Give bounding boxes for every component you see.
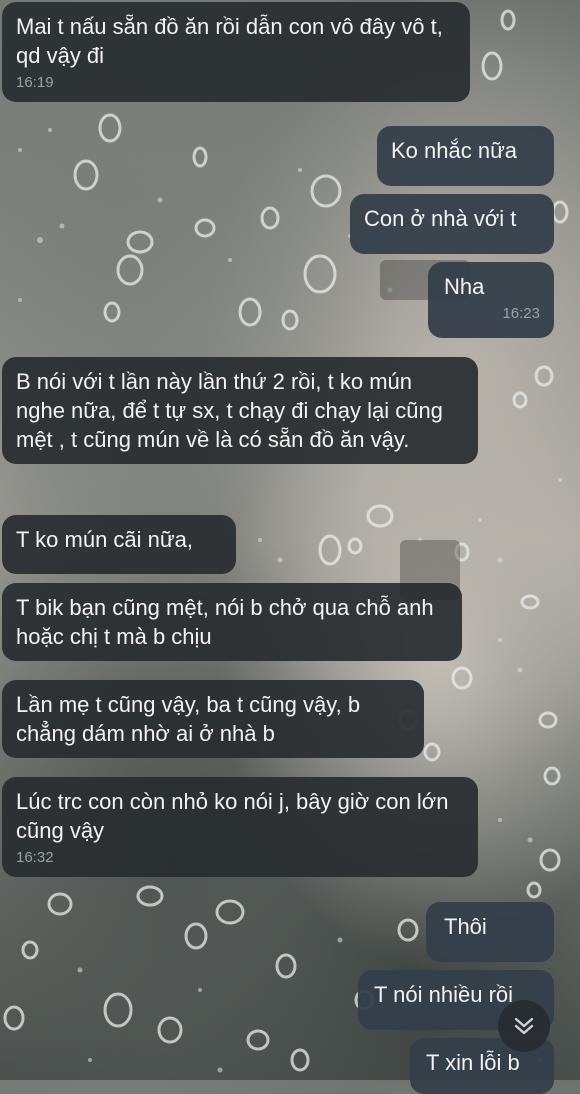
message-text: Nha bbox=[444, 274, 485, 299]
message-bubble-outgoing[interactable]: Nha 16:23 bbox=[428, 262, 554, 338]
message-bubble-outgoing[interactable]: Con ở nhà với t bbox=[350, 194, 554, 254]
message-text: Lần mẹ t cũng vậy, ba t cũng vậy, b chẳn… bbox=[16, 692, 361, 746]
message-text: Lúc trc con còn nhỏ ko nói j, bây giờ co… bbox=[16, 789, 449, 843]
message-bubble-incoming[interactable]: B nói với t lần này lần thứ 2 rồi, t ko … bbox=[2, 357, 478, 464]
scroll-to-bottom-button[interactable] bbox=[498, 1000, 550, 1052]
message-bubble-incoming[interactable]: Mai t nấu sẵn đồ ăn rồi dẫn con vô đây v… bbox=[2, 2, 470, 102]
message-text: T bik bạn cũng mệt, nói b chở qua chỗ an… bbox=[16, 595, 434, 649]
message-bubble-outgoing[interactable]: Ko nhắc nữa bbox=[377, 126, 554, 186]
message-timestamp: 16:19 bbox=[16, 74, 54, 91]
message-bubble-incoming[interactable]: T ko mún cãi nữa, bbox=[2, 515, 236, 574]
message-bubble-incoming[interactable]: T bik bạn cũng mệt, nói b chở qua chỗ an… bbox=[2, 583, 462, 661]
message-text: Mai t nấu sẵn đồ ăn rồi dẫn con vô đây v… bbox=[16, 14, 443, 68]
message-text: Con ở nhà với t bbox=[364, 206, 517, 231]
message-bubble-incoming[interactable]: Lúc trc con còn nhỏ ko nói j, bây giờ co… bbox=[2, 777, 478, 877]
message-timestamp: 16:32 bbox=[16, 849, 54, 866]
message-bubble-incoming[interactable]: Lần mẹ t cũng vậy, ba t cũng vậy, b chẳn… bbox=[2, 680, 424, 758]
message-text: B nói với t lần này lần thứ 2 rồi, t ko … bbox=[16, 369, 443, 452]
message-text: T nói nhiều rồi bbox=[374, 982, 514, 1007]
double-chevron-down-icon bbox=[514, 1017, 534, 1035]
message-bubble-outgoing[interactable]: Thôi bbox=[426, 902, 554, 962]
message-text: T ko mún cãi nữa, bbox=[16, 527, 193, 552]
message-text: Thôi bbox=[444, 914, 487, 939]
message-timestamp: 16:23 bbox=[502, 305, 540, 322]
message-text: Ko nhắc nữa bbox=[391, 138, 518, 163]
message-text: T xin lỗi b bbox=[426, 1050, 520, 1075]
